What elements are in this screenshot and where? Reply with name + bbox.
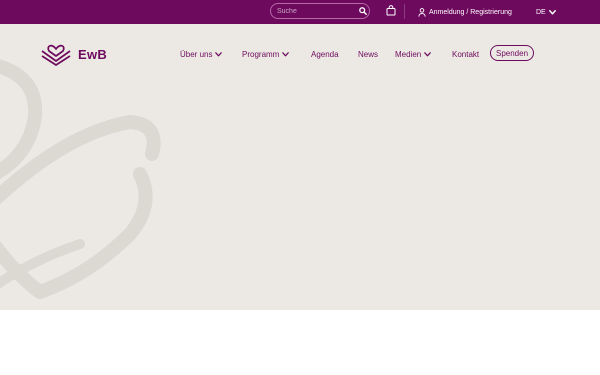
nav-item-label: Programm bbox=[242, 49, 280, 59]
nav-item-label: Über uns bbox=[180, 49, 213, 59]
nav-item-label: News bbox=[358, 49, 379, 59]
chevron-down-icon bbox=[548, 9, 556, 15]
search-box[interactable] bbox=[270, 3, 370, 19]
nav-item-medien[interactable]: Medien bbox=[395, 46, 432, 62]
nav-item-agenda[interactable]: Agenda bbox=[311, 46, 339, 62]
nav-item-kontakt[interactable]: Kontakt bbox=[452, 46, 479, 62]
chevron-down-icon bbox=[424, 51, 432, 56]
donate-button-label: Spenden bbox=[495, 48, 529, 58]
user-icon bbox=[418, 7, 426, 17]
nav-item-ueber-uns[interactable]: Über uns bbox=[180, 46, 223, 62]
shopping-bag-icon[interactable] bbox=[386, 5, 396, 16]
language-selector[interactable]: DE bbox=[536, 6, 556, 18]
chevron-down-icon bbox=[282, 51, 290, 56]
decorative-swirl bbox=[0, 59, 161, 299]
hero-section: EwB Über uns Programm Agenda News Medien… bbox=[0, 24, 600, 310]
login-link[interactable]: Anmeldung / Registrierung bbox=[418, 6, 512, 18]
donate-button[interactable]: Spenden bbox=[490, 45, 534, 61]
language-label: DE bbox=[536, 8, 546, 16]
search-icon[interactable] bbox=[359, 7, 367, 15]
nav-item-label: Kontakt bbox=[452, 49, 480, 59]
search-input[interactable] bbox=[277, 5, 355, 17]
nav-item-label: Medien bbox=[395, 49, 422, 59]
login-label: Anmeldung / Registrierung bbox=[429, 8, 512, 16]
nav-item-label: Agenda bbox=[311, 49, 339, 59]
chevron-down-icon bbox=[215, 51, 223, 56]
nav-item-programm[interactable]: Programm bbox=[242, 46, 290, 62]
top-bar: Anmeldung / Registrierung DE bbox=[0, 0, 600, 24]
page-body bbox=[0, 310, 600, 375]
topbar-divider bbox=[404, 4, 405, 19]
nav-item-news[interactable]: News bbox=[358, 46, 378, 62]
